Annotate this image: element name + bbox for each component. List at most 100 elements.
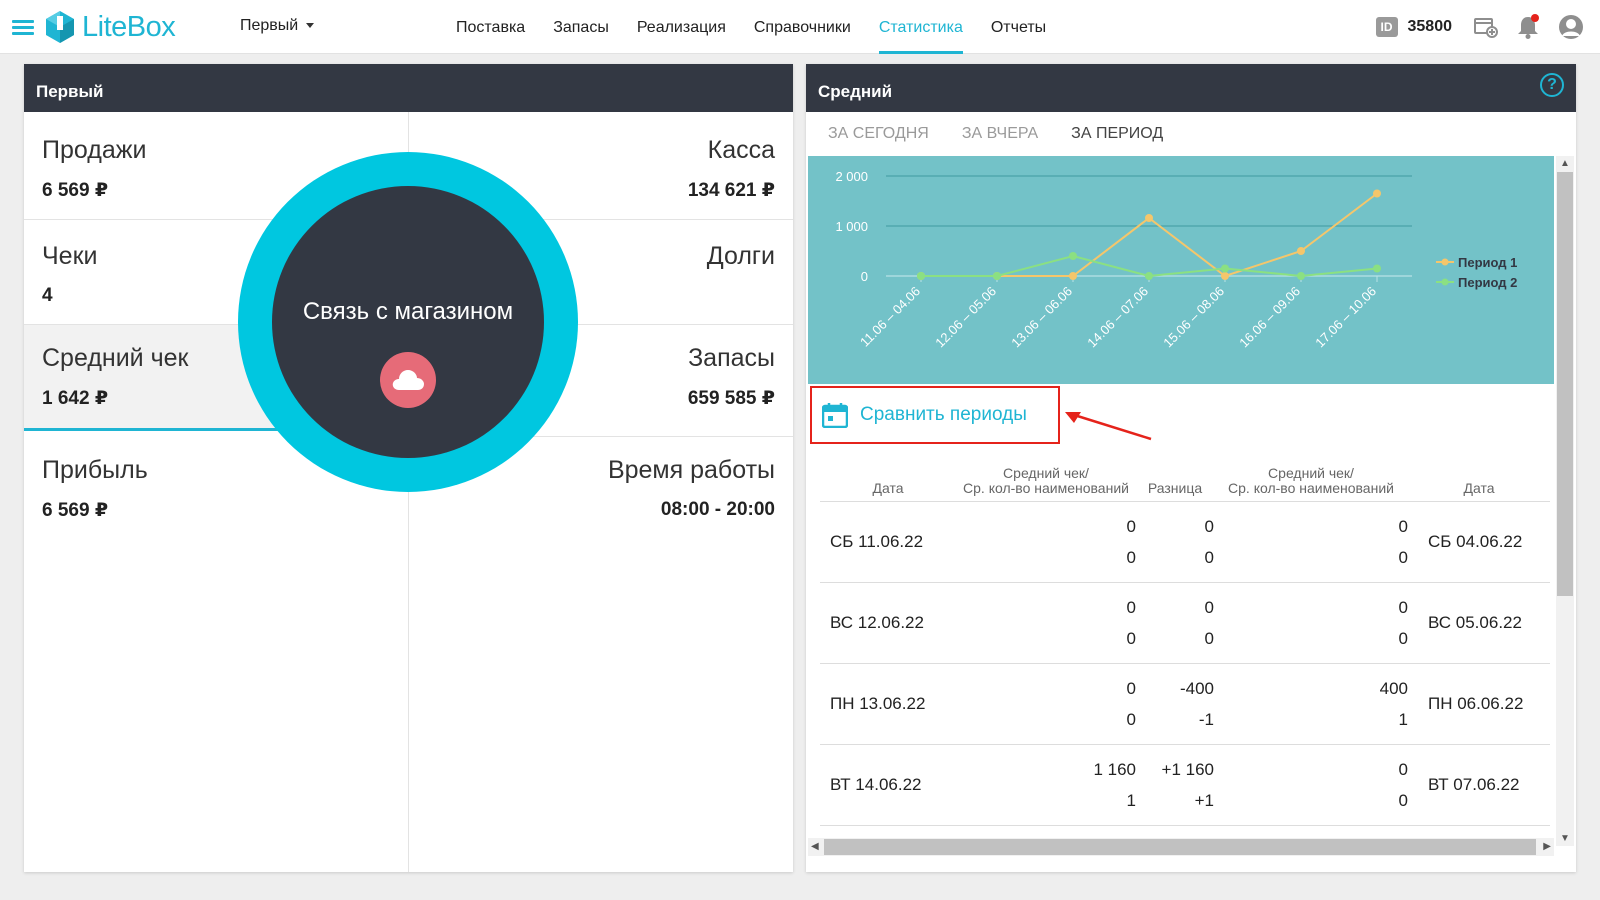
nav-stock[interactable]: Запасы xyxy=(553,0,609,54)
data-point xyxy=(993,272,1001,280)
value: -400 xyxy=(1179,679,1214,698)
litebox-logo-icon xyxy=(46,11,74,43)
value: 0 xyxy=(1398,629,1408,648)
nav-reports[interactable]: Отчеты xyxy=(991,0,1046,54)
scroll-up-icon[interactable]: ▲ xyxy=(1560,158,1570,169)
scroll-left-icon[interactable]: ◀ xyxy=(811,841,819,852)
x-tick-label: 13.06 – 06.06 xyxy=(1008,284,1075,351)
col-avg-check-2: Средний чек/Ср. кол-во наименований xyxy=(1214,466,1408,502)
cloud-connect-button[interactable] xyxy=(380,352,436,408)
nav-references[interactable]: Справочники xyxy=(754,0,851,54)
menu-icon[interactable] xyxy=(12,20,34,36)
value: 0 xyxy=(1126,679,1136,698)
y-tick-label: 2 000 xyxy=(835,169,868,184)
scroll-right-icon[interactable]: ▶ xyxy=(1543,841,1551,852)
panel-title: Средний ? xyxy=(806,64,1576,112)
value: 0 xyxy=(1398,760,1408,779)
value: 1 xyxy=(1398,710,1408,729)
comparison-table: Дата Средний чек/Ср. кол-во наименований… xyxy=(820,466,1550,826)
scroll-thumb[interactable] xyxy=(824,839,1536,855)
value: 0 xyxy=(1398,598,1408,617)
panel-title-text: Средний xyxy=(818,82,893,101)
value: 0 xyxy=(1126,710,1136,729)
data-point xyxy=(917,272,925,280)
overlay-inner: Связь с магазином xyxy=(272,186,544,458)
x-tick-label: 11.06 – 04.06 xyxy=(857,284,923,350)
value: 0 xyxy=(1204,548,1214,567)
comparison-chart: 0 1 000 2 000 11.06 – 04.06 12.06 – 05.06 13.… xyxy=(808,156,1554,384)
col-difference: Разница xyxy=(1136,466,1214,502)
vertical-scrollbar[interactable]: ▲ ▼ xyxy=(1556,156,1574,846)
col-header-line: Ср. кол-во наименований xyxy=(1228,480,1394,496)
table-row: ПН 13.06.22 00 -400 -1 400 1 ПН 06.06.22 xyxy=(820,663,1550,745)
metric-value: 6 569 ₽ xyxy=(42,500,109,521)
data-point xyxy=(1221,272,1229,280)
data-point xyxy=(1297,247,1305,255)
nav-sales[interactable]: Реализация xyxy=(637,0,726,54)
x-tick-label: 14.06 – 07.06 xyxy=(1084,284,1151,351)
top-right-tools: ID 35800 xyxy=(1375,0,1600,54)
top-bar: LiteBox Первый Поставка Запасы Реализаци… xyxy=(0,0,1600,54)
nav-statistics[interactable]: Статистика xyxy=(878,0,963,54)
main-nav: Поставка Запасы Реализация Справочники С… xyxy=(456,0,1074,54)
overlay-text: Связь с магазином xyxy=(302,298,514,325)
value: 0 xyxy=(1126,598,1136,617)
store-connection-overlay: Связь с магазином xyxy=(238,152,578,492)
legend-marker xyxy=(1441,258,1449,266)
row-date-right: ВС 05.06.22 xyxy=(1408,582,1550,664)
compare-periods-button[interactable]: Сравнить периоды xyxy=(810,386,1060,444)
row-date-right: ВТ 07.06.22 xyxy=(1408,744,1550,826)
scroll-thumb[interactable] xyxy=(1557,172,1573,596)
avg-check-1: 00 xyxy=(956,663,1136,745)
avg-check-1: 00 xyxy=(956,582,1136,664)
horizontal-scrollbar[interactable]: ◀ ▶ xyxy=(808,838,1554,856)
value: 0 xyxy=(1126,517,1136,536)
row-date-left: ПН 13.06.22 xyxy=(820,663,956,745)
average-stats-panel: Средний ? За сегодня За вчера За период … xyxy=(806,64,1576,872)
difference: 00 xyxy=(1136,582,1214,664)
avg-check-2: 00 xyxy=(1214,744,1408,826)
metric-value: 08:00 - 20:00 xyxy=(660,499,775,520)
avg-check-2: 00 xyxy=(1214,501,1408,583)
red-arrow-annotation xyxy=(1065,412,1152,441)
value: 0 xyxy=(1398,517,1408,536)
nav-supply[interactable]: Поставка xyxy=(456,0,525,54)
value: -1 xyxy=(1198,710,1214,729)
tab-yesterday[interactable]: За вчера xyxy=(962,112,1038,156)
store-selector-label: Первый xyxy=(240,17,299,34)
user-avatar-icon[interactable] xyxy=(1558,14,1584,40)
y-tick-label: 0 xyxy=(861,269,868,284)
value: 0 xyxy=(1398,791,1408,810)
difference: -400 -1 xyxy=(1136,663,1214,745)
row-date-left: ВТ 14.06.22 xyxy=(820,744,956,826)
tab-today[interactable]: За сегодня xyxy=(828,112,929,156)
legend-label: Период 2 xyxy=(1458,275,1517,290)
value: 0 xyxy=(1398,548,1408,567)
bell-icon[interactable] xyxy=(1516,14,1540,40)
logo[interactable]: LiteBox xyxy=(44,8,176,46)
data-point xyxy=(1221,264,1229,273)
cloud-icon xyxy=(392,370,424,390)
data-point xyxy=(1145,272,1153,280)
x-tick-label: 16.06 – 09.06 xyxy=(1236,284,1303,351)
value: 400 xyxy=(1379,679,1408,698)
data-point xyxy=(1373,264,1381,273)
value: 1 xyxy=(1126,791,1136,810)
store-selector[interactable]: Первый xyxy=(240,17,315,35)
table-header-row: Дата Средний чек/Ср. кол-во наименований… xyxy=(820,466,1550,502)
difference: +1 160 +1 xyxy=(1136,744,1214,826)
scroll-down-icon[interactable]: ▼ xyxy=(1560,833,1570,844)
x-tick-label: 15.06 – 08.06 xyxy=(1160,284,1227,351)
id-badge: ID xyxy=(1375,17,1398,37)
line-chart: 0 1 000 2 000 11.06 – 04.06 12.06 – 05.06 13.… xyxy=(835,169,1517,351)
row-date-right: СБ 04.06.22 xyxy=(1408,501,1550,583)
period-tabs: За сегодня За вчера За период xyxy=(806,112,1556,156)
col-header-line: Средний чек/ xyxy=(1003,465,1089,481)
y-tick-label: 1 000 xyxy=(835,219,868,234)
add-store-icon[interactable] xyxy=(1474,16,1498,38)
x-tick-label: 12.06 – 05.06 xyxy=(932,284,999,351)
help-icon[interactable]: ? xyxy=(1540,73,1564,97)
data-point xyxy=(1069,272,1077,280)
avg-check-1: 1 160 1 xyxy=(956,744,1136,826)
tab-period[interactable]: За период xyxy=(1071,112,1163,156)
